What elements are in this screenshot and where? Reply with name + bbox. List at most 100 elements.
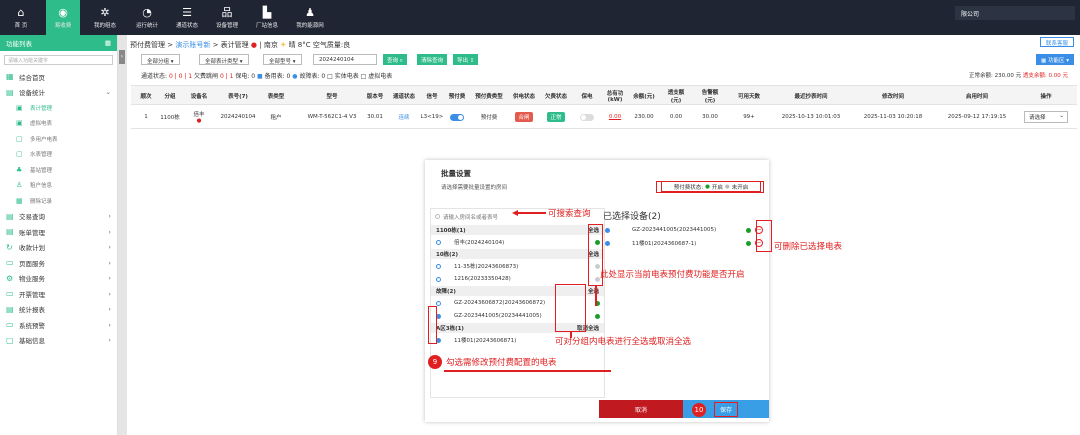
chevron-down-icon: ▾: [169, 59, 174, 65]
station-icon: ♣: [16, 165, 23, 174]
col-alarm[interactable]: 告警额(元): [697, 86, 723, 106]
col-protect[interactable]: 保电: [577, 86, 597, 106]
col-prepay-type[interactable]: 预付费类型: [471, 86, 507, 106]
col-last-read[interactable]: 最近抄表时间: [771, 86, 851, 106]
col-idx[interactable]: 顺次: [139, 86, 153, 106]
item-checkbox[interactable]: [436, 276, 441, 282]
sidebar-item-device-stats[interactable]: ▤ 设备统计 ⌄: [0, 85, 117, 101]
sidebar-item-basic-info[interactable]: ▢ 基础信息 ›: [0, 333, 117, 349]
item-checkbox[interactable]: [436, 300, 441, 306]
sidebar-item-meter-mgmt[interactable]: ▣ 表计管理: [0, 100, 117, 116]
sidebar-item-virtual-meter[interactable]: ▣ 虚拟电表: [0, 116, 117, 132]
col-device[interactable]: 设备名: [185, 86, 213, 106]
chevron-right-icon: ›: [108, 227, 111, 236]
meter-type-filter-select[interactable]: 全部表计类型 ▾: [199, 54, 249, 65]
standby-checkbox[interactable]: ■: [257, 73, 263, 80]
nav-billing[interactable]: ◉ 易收费: [46, 0, 80, 35]
col-overdraft[interactable]: 透支额(元): [663, 86, 689, 106]
cancel-button[interactable]: 取消: [599, 400, 683, 418]
table-row[interactable]: 1 1100栋 倍丰 ● 2024240104 租户 WM-T-562C1-4 V…: [131, 105, 1077, 129]
config-icon: ✲: [100, 5, 110, 19]
water-icon: ▢: [16, 150, 23, 159]
col-version[interactable]: 版本号: [363, 86, 387, 106]
nav-stats[interactable]: ◔ 运行统计: [130, 0, 164, 35]
group-filter-select[interactable]: 全部分组 ▾: [141, 54, 180, 65]
sidebar-item-reports[interactable]: ▤ 统计报表 ›: [0, 302, 117, 318]
sidebar-item-transactions[interactable]: ▤ 交易查询 ›: [0, 209, 117, 225]
col-fee-state[interactable]: 欠费状态: [541, 86, 571, 106]
search-hint: 可搜索查询: [548, 209, 591, 219]
nav-channel[interactable]: ☰ 通道状态: [170, 0, 204, 35]
sidebar-item-tenant[interactable]: ♙ 租户信息: [0, 178, 117, 194]
col-days[interactable]: 可用天数: [731, 86, 767, 106]
col-model[interactable]: 型号: [295, 86, 369, 106]
sidebar-item-property-service[interactable]: ⚙ 物业服务 ›: [0, 271, 117, 287]
sidebar-item-multi-user-meter[interactable]: ▢ 多用户电表: [0, 131, 117, 147]
nav-my-energy[interactable]: ♟ 我的能源网: [290, 0, 330, 35]
select-all-checkbox[interactable]: [435, 214, 440, 219]
fault-checkbox[interactable]: ●: [292, 73, 297, 80]
billing-icon: ◉: [58, 5, 68, 19]
col-signal[interactable]: 信号: [421, 86, 443, 106]
sidebar-item-collection-plan[interactable]: ↻ 收款计划 ›: [0, 240, 117, 256]
arrow-line: [518, 212, 546, 214]
step-badge-9: 9: [428, 355, 442, 369]
group-header: 10栋(2) 全选: [431, 249, 604, 259]
virtual-meter-checkbox[interactable]: □: [361, 73, 367, 80]
col-balance[interactable]: 余额(元): [633, 86, 655, 106]
sidebar-item-base-station[interactable]: ♣ 基站管理: [0, 162, 117, 178]
grid-icon[interactable]: ▦: [105, 39, 111, 47]
nav-config[interactable]: ✲ 我的组态: [88, 0, 122, 35]
alert-icon: ▭: [6, 320, 14, 330]
sidebar-header: 功能列表 ▦: [0, 35, 117, 51]
model-filter-select[interactable]: 全部型号 ▾: [263, 54, 302, 65]
col-prepay[interactable]: 预付费: [445, 86, 469, 106]
sun-icon: ☀: [280, 41, 287, 49]
chevron-right-icon: ›: [108, 212, 111, 221]
sidebar-item-alerts[interactable]: ▭ 系统预警 ›: [0, 317, 117, 333]
nav-device[interactable]: 品设备管理: [210, 0, 244, 35]
sidebar-item-bills[interactable]: ▤ 账单管理 ›: [0, 224, 117, 240]
bill-icon: ▤: [6, 227, 14, 237]
keyword-input[interactable]: 2024240104: [313, 54, 377, 65]
sidebar-item-water-meter[interactable]: ▢ 水表管理: [0, 147, 117, 163]
breadcrumb-account-link[interactable]: 演示账号新: [175, 41, 210, 49]
col-meter-no[interactable]: 表号(7): [217, 86, 259, 106]
col-modified[interactable]: 修改时间: [853, 86, 933, 106]
col-enabled[interactable]: 启用时间: [937, 86, 1017, 106]
company-selector[interactable]: 限公司: [955, 6, 1075, 20]
col-meter-type[interactable]: 表类型: [261, 86, 291, 106]
sidebar-item-page-service[interactable]: ▭ 页面服务 ›: [0, 255, 117, 271]
status-dot-icon: [746, 240, 751, 246]
action-select[interactable]: 请选择 ⌄: [1024, 111, 1068, 123]
sidebar-item-delete-log[interactable]: ▦ 删除记录: [0, 193, 117, 209]
col-total-kw[interactable]: 总有功(kW): [601, 86, 629, 106]
transaction-icon: ▤: [6, 211, 14, 221]
export-button[interactable]: 导出 ⇪: [453, 54, 479, 65]
clear-query-button[interactable]: 清除查询: [417, 54, 448, 65]
status-summary: 通道状态: 0 | 0 | 1 欠费跳闸 0 | 1 保电: 0 ■ 备用表: …: [141, 73, 393, 80]
prepay-toggle[interactable]: [450, 113, 464, 121]
col-power-state[interactable]: 供电状态: [509, 86, 539, 106]
chevron-right-icon: ›: [108, 320, 111, 329]
item-checkbox[interactable]: [436, 239, 441, 245]
real-meter-checkbox[interactable]: □: [327, 73, 333, 80]
sidebar-item-home[interactable]: ▦ 综合首页: [0, 69, 117, 85]
protect-toggle[interactable]: [580, 113, 594, 121]
select-all-button[interactable]: 全选: [588, 287, 599, 295]
query-button[interactable]: 查询 ⌕: [383, 54, 407, 65]
col-channel[interactable]: 通道状态: [389, 86, 419, 106]
feedback-button[interactable]: 联系客服: [1039, 37, 1074, 47]
list-item[interactable]: 倍丰(2024240104): [431, 236, 604, 248]
sidebar-search-input[interactable]: 请输入功能关键字: [4, 55, 113, 65]
function-area-button[interactable]: ▦ 功能区 ▾: [1036, 54, 1074, 65]
collapse-sidebar-button[interactable]: ›: [119, 50, 125, 64]
breadcrumb: 预付费管理 > 演示账号新 > 表计管理 ● | 南京 ☀ 晴 8°C 空气质量…: [130, 41, 351, 49]
list-item[interactable]: 11-35栋(20243606873): [431, 260, 604, 272]
nav-station[interactable]: ▙ 厂站信息: [250, 0, 284, 35]
col-group[interactable]: 分组: [157, 86, 183, 106]
item-checkbox[interactable]: [436, 263, 441, 269]
nav-home[interactable]: ⌂ 首 页: [6, 0, 36, 35]
status-hint: 此处显示当前电表预付费功能是否开启: [600, 270, 745, 280]
sidebar-item-invoice[interactable]: ▭ 开票管理 ›: [0, 286, 117, 302]
